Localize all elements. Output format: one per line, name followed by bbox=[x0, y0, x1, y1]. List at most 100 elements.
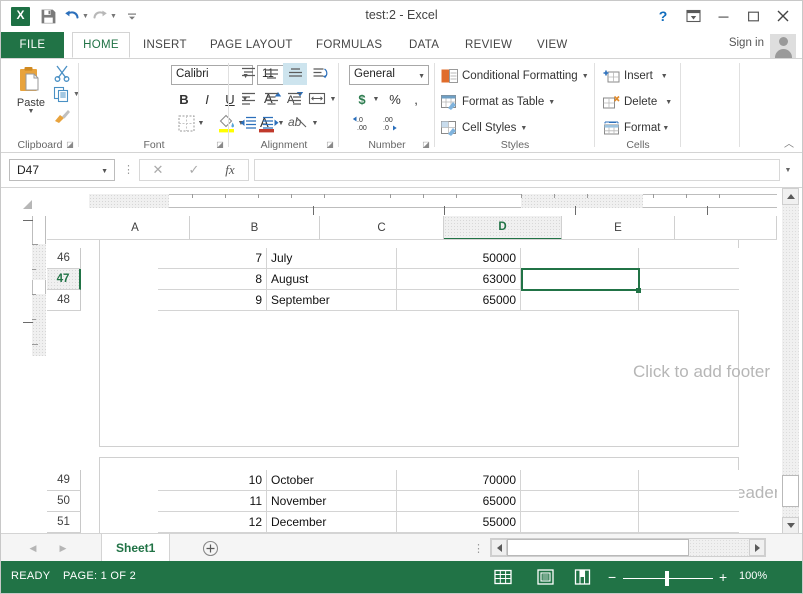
ribbon-display-options-button[interactable] bbox=[678, 5, 708, 27]
cell-D47[interactable] bbox=[521, 269, 639, 290]
row-header-47[interactable]: 47 bbox=[47, 269, 81, 290]
align-center-button[interactable] bbox=[260, 89, 282, 109]
format-cells-button[interactable]: Format ▼ bbox=[603, 117, 669, 139]
chevron-down-icon[interactable]: ▼ bbox=[548, 99, 555, 106]
cell-C49[interactable]: 70000 bbox=[397, 470, 521, 491]
horizontal-scrollbar-thumb[interactable] bbox=[507, 539, 689, 556]
tab-page-layout[interactable]: PAGE LAYOUT bbox=[201, 32, 302, 58]
accounting-format-button[interactable]: $ bbox=[353, 89, 371, 109]
column-header-b[interactable]: B bbox=[190, 216, 320, 239]
row-header-48[interactable]: 48 bbox=[47, 290, 81, 311]
number-format-combobox[interactable]: General ▼ bbox=[349, 65, 429, 85]
expand-formula-bar-button[interactable]: ▼ bbox=[780, 159, 796, 181]
ruler-marker[interactable] bbox=[707, 206, 708, 215]
cell-E46[interactable] bbox=[639, 248, 739, 269]
add-sheet-button[interactable] bbox=[199, 539, 221, 557]
column-header-c[interactable]: C bbox=[320, 216, 444, 239]
cell-B47[interactable]: August bbox=[267, 269, 397, 290]
cell-B49[interactable]: October bbox=[267, 470, 397, 491]
borders-dropdown-arrow[interactable]: ▼ bbox=[196, 116, 206, 130]
percent-style-button[interactable]: % bbox=[385, 89, 405, 109]
cell-D50[interactable] bbox=[521, 491, 639, 512]
insert-function-button[interactable]: fx bbox=[212, 162, 248, 178]
page-layout-view-button[interactable] bbox=[533, 567, 557, 587]
clipboard-dialog-launcher[interactable]: ◪ bbox=[65, 140, 75, 150]
italic-button[interactable]: I bbox=[197, 89, 217, 109]
sign-in-link[interactable]: Sign in bbox=[729, 37, 764, 49]
cut-button[interactable] bbox=[53, 64, 71, 82]
wrap-text-dropdown-arrow[interactable]: ▼ bbox=[310, 116, 320, 130]
formula-bar-grip[interactable]: ⋮ bbox=[123, 163, 134, 176]
copy-button[interactable]: ▼ bbox=[53, 86, 80, 103]
previous-sheet-button[interactable]: ◀ bbox=[23, 539, 43, 557]
cell-C46[interactable]: 50000 bbox=[397, 248, 521, 269]
formula-input[interactable] bbox=[254, 159, 780, 181]
help-button[interactable]: ? bbox=[648, 5, 678, 27]
cell-E50[interactable] bbox=[639, 491, 739, 512]
select-all-corner[interactable] bbox=[1, 188, 47, 216]
scroll-left-button[interactable] bbox=[491, 539, 507, 556]
delete-cells-button[interactable]: Delete ▼ bbox=[603, 91, 672, 113]
tab-view[interactable]: VIEW bbox=[528, 32, 577, 58]
minimize-button[interactable] bbox=[708, 5, 738, 27]
number-dialog-launcher[interactable]: ◪ bbox=[421, 140, 431, 150]
tab-file[interactable]: FILE bbox=[1, 32, 64, 58]
grid[interactable]: 7 July 50000 8 August 63000 9 September … bbox=[81, 240, 777, 534]
zoom-level-label[interactable]: 100% bbox=[739, 570, 767, 582]
footer-placeholder[interactable]: Click to add footer bbox=[633, 362, 770, 382]
vruler-marker[interactable] bbox=[23, 220, 33, 221]
scroll-down-button[interactable] bbox=[782, 517, 799, 534]
tab-formulas[interactable]: FORMULAS bbox=[307, 32, 391, 58]
maximize-button[interactable] bbox=[738, 5, 768, 27]
merge-dropdown-arrow[interactable]: ▼ bbox=[328, 92, 338, 106]
cell-D46[interactable] bbox=[521, 248, 639, 269]
column-header-d[interactable]: D bbox=[444, 216, 562, 239]
cell-C51[interactable]: 55000 bbox=[397, 512, 521, 533]
cell-E48[interactable] bbox=[639, 290, 739, 311]
zoom-out-button[interactable]: − bbox=[608, 569, 616, 585]
horizontal-ruler[interactable] bbox=[47, 188, 777, 216]
insert-cells-button[interactable]: Insert ▼ bbox=[603, 65, 668, 87]
format-as-table-button[interactable]: Format as Table ▼ bbox=[441, 91, 555, 113]
horizontal-scrollbar[interactable] bbox=[490, 538, 766, 557]
chevron-down-icon[interactable]: ▼ bbox=[520, 125, 527, 132]
vertical-scrollbar[interactable] bbox=[782, 188, 799, 534]
wrap-text-button[interactable]: ab bbox=[286, 113, 310, 133]
chevron-down-icon[interactable]: ▼ bbox=[101, 168, 108, 175]
tab-review[interactable]: REVIEW bbox=[456, 32, 521, 58]
tab-splitter-grip[interactable]: ⋮ bbox=[473, 542, 484, 555]
page-break-preview-button[interactable] bbox=[570, 567, 594, 587]
orientation-button[interactable] bbox=[309, 64, 333, 84]
avatar[interactable] bbox=[770, 34, 796, 58]
vertical-scrollbar-thumb[interactable] bbox=[782, 475, 799, 507]
column-header-f[interactable] bbox=[675, 216, 777, 239]
tab-home[interactable]: HOME bbox=[72, 32, 130, 58]
tab-insert[interactable]: INSERT bbox=[134, 32, 196, 58]
format-painter-button[interactable] bbox=[53, 108, 72, 125]
cell-C50[interactable]: 65000 bbox=[397, 491, 521, 512]
cell-A51[interactable]: 12 bbox=[158, 512, 267, 533]
paste-dropdown-arrow[interactable]: ▼ bbox=[28, 108, 35, 115]
close-button[interactable] bbox=[768, 5, 798, 27]
row-header-51[interactable]: 51 bbox=[47, 512, 81, 533]
decrease-decimal-button[interactable]: .00 .0 bbox=[381, 113, 407, 133]
cell-D48[interactable] bbox=[521, 290, 639, 311]
cell-C47[interactable]: 63000 bbox=[397, 269, 521, 290]
paste-button[interactable]: Paste ▼ bbox=[7, 63, 55, 129]
merge-and-center-button[interactable] bbox=[306, 89, 328, 109]
zoom-in-button[interactable]: + bbox=[719, 569, 727, 585]
next-sheet-button[interactable]: ▶ bbox=[53, 539, 73, 557]
align-top-button[interactable] bbox=[237, 64, 259, 84]
row-header-46[interactable]: 46 bbox=[47, 248, 81, 269]
cell-styles-button[interactable]: Cell Styles ▼ bbox=[441, 117, 527, 139]
chevron-down-icon[interactable]: ▼ bbox=[665, 99, 672, 106]
cell-E49[interactable] bbox=[639, 470, 739, 491]
ruler-marker[interactable] bbox=[313, 206, 314, 215]
vertical-ruler[interactable] bbox=[23, 216, 47, 534]
scroll-right-button[interactable] bbox=[749, 539, 765, 556]
cell-A46[interactable]: 7 bbox=[158, 248, 267, 269]
cell-D51[interactable] bbox=[521, 512, 639, 533]
cancel-formula-button[interactable]: ✕ bbox=[140, 162, 176, 178]
chevron-down-icon[interactable]: ▼ bbox=[582, 73, 589, 80]
cell-B51[interactable]: December bbox=[267, 512, 397, 533]
